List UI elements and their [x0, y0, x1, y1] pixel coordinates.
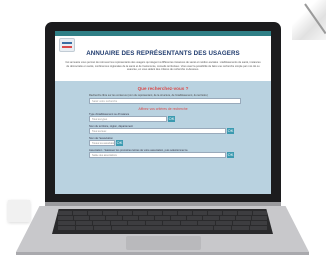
key-row — [58, 221, 267, 225]
search-panel: Que recherchez-vous ? Recherche libre su… — [55, 81, 271, 194]
key — [75, 226, 93, 230]
key — [58, 216, 74, 220]
territory-select[interactable]: Tous les lieux — [89, 128, 226, 134]
key — [163, 211, 177, 215]
key — [238, 211, 252, 215]
key — [214, 226, 232, 230]
trackpad — [126, 236, 201, 250]
criteria-heading: Affinez vos critères de recherche — [138, 107, 188, 111]
association-search-ok-button[interactable]: OK — [227, 152, 234, 158]
key — [253, 211, 267, 215]
key — [178, 211, 192, 215]
key — [75, 221, 92, 225]
key — [128, 221, 145, 225]
plant-shadow — [292, 0, 326, 40]
key — [250, 226, 268, 230]
key — [110, 221, 127, 225]
logo-stripe — [62, 42, 72, 44]
key — [118, 211, 132, 215]
key — [138, 216, 154, 220]
laptop-lid: ANNUAIRE DES REPRÉSENTANTS DES USAGERS C… — [45, 22, 281, 202]
key — [235, 216, 251, 220]
key — [133, 211, 147, 215]
type-ok-button[interactable]: OK — [168, 116, 175, 122]
key — [106, 216, 122, 220]
page-title: ANNUAIRE DES REPRÉSENTANTS DES USAGERS — [86, 50, 240, 57]
keyboard — [52, 209, 273, 234]
logo-stripe — [62, 46, 72, 48]
key — [203, 216, 219, 220]
key — [93, 226, 111, 230]
key — [90, 216, 106, 220]
key — [163, 221, 180, 225]
key-row — [58, 211, 267, 215]
key — [233, 221, 250, 225]
keyword-input[interactable]: Saisir votre recherche — [89, 98, 241, 104]
key — [198, 221, 215, 225]
key — [122, 216, 138, 220]
key — [73, 211, 87, 215]
key — [187, 216, 203, 220]
key — [58, 226, 75, 230]
space-key — [111, 226, 214, 230]
laptop-hinge — [45, 202, 281, 206]
association-ok-button[interactable]: OK — [116, 140, 123, 146]
laptop-screen: ANNUAIRE DES REPRÉSENTANTS DES USAGERS C… — [55, 31, 271, 194]
key — [145, 221, 162, 225]
key — [208, 211, 222, 215]
key — [193, 211, 207, 215]
key-row — [58, 226, 268, 230]
keyword-label: Recherche libre sur les contenus (nom du… — [89, 94, 208, 97]
laptop-front-edge — [16, 252, 309, 255]
decor-cube — [8, 200, 30, 222]
top-bar — [55, 31, 271, 36]
key — [215, 221, 232, 225]
key — [148, 211, 162, 215]
key — [223, 211, 237, 215]
key — [171, 216, 187, 220]
hero-header: ANNUAIRE DES REPRÉSENTANTS DES USAGERS C… — [55, 31, 271, 81]
key — [88, 211, 102, 215]
type-select[interactable]: Tous les types — [89, 116, 167, 122]
association-search-input[interactable]: Saisie des associations — [89, 152, 226, 158]
key — [103, 211, 117, 215]
intro-text: Cet annuaire vous permet de retrouver le… — [65, 61, 261, 72]
key — [58, 211, 72, 215]
key — [219, 216, 235, 220]
key-row — [58, 216, 268, 220]
association-select[interactable]: Toutes les associations — [89, 140, 115, 146]
key — [93, 221, 110, 225]
key — [180, 221, 197, 225]
key — [251, 216, 268, 220]
key — [250, 221, 267, 225]
territory-ok-button[interactable]: OK — [227, 128, 234, 134]
key — [58, 221, 75, 225]
key — [154, 216, 171, 220]
key — [232, 226, 250, 230]
key — [74, 216, 90, 220]
search-heading: Que recherchez-vous ? — [137, 86, 189, 91]
